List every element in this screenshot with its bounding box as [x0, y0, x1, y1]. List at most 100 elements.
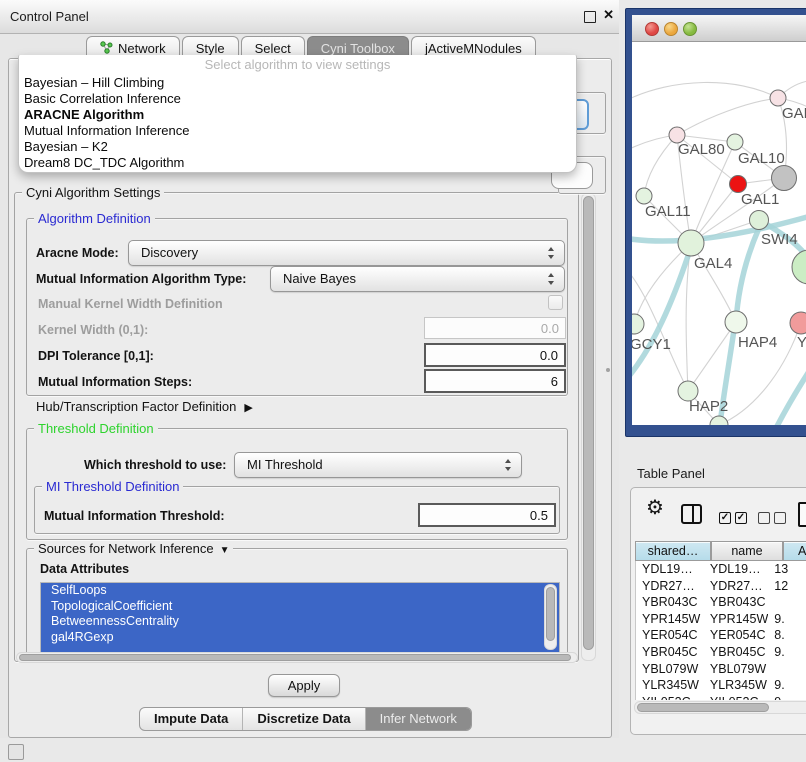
table-cell: YBL079W [636, 661, 704, 678]
network-node-gal10[interactable] [727, 134, 743, 150]
combo-arrows-icon [548, 245, 555, 261]
hub-definition-expander[interactable]: Hub/Transcription Factor Definition▶ [36, 399, 253, 414]
table-cell: YDR27… [704, 578, 768, 595]
table-cell: YBR043C [704, 594, 768, 611]
column-header-name[interactable]: name [711, 541, 783, 561]
close-window-icon[interactable]: ✕ [603, 7, 614, 23]
data-attributes-list[interactable]: SelfLoopsTopologicalCoefficientBetweenne… [40, 582, 560, 653]
algorithm-option-aracne-algorithm[interactable]: ARACNE Algorithm [23, 107, 572, 123]
network-node-gray-node[interactable] [772, 166, 797, 191]
network-node-gcy1[interactable] [632, 314, 644, 334]
table-row[interactable]: YPR145WYPR145W9. [636, 611, 806, 628]
network-node-gal11[interactable] [636, 188, 652, 204]
network-node-hap4[interactable] [725, 311, 747, 333]
table-cell: YLR345W [704, 677, 768, 694]
algorithm-option-dream8-dc-tdc-algorithm[interactable]: Dream8 DC_TDC Algorithm [23, 155, 572, 171]
float-window-icon[interactable] [584, 11, 596, 23]
table-row[interactable]: YIL052CYIL052C9 [636, 694, 806, 700]
network-node-swi4[interactable] [750, 211, 769, 230]
attribute-item-topologicalcoefficient[interactable]: TopologicalCoefficient [41, 599, 559, 615]
mi-type-label: Mutual Information Algorithm Type: [36, 272, 246, 286]
network-node-salmon-node[interactable] [790, 312, 806, 334]
network-canvas[interactable]: GALGAL80GAL10GAL1GAL11SWI4GAL4GCY1HAP4YH… [632, 42, 806, 425]
mi-threshold-input[interactable] [418, 503, 556, 527]
deselect-all-checkbox-icon[interactable] [758, 512, 770, 524]
table-cell: YBR043C [636, 594, 704, 611]
algorithm-option-bayesian-k2[interactable]: Bayesian – K2 [23, 139, 572, 155]
network-graph: GALGAL80GAL10GAL1GAL11SWI4GAL4GCY1HAP4YH… [632, 42, 806, 425]
mi-threshold-label: Mutual Information Threshold: [44, 509, 225, 523]
collapsed-panel-button[interactable] [8, 744, 24, 760]
mi-threshold-title: MI Threshold Definition [42, 479, 183, 494]
select-all-checkbox-icon2[interactable]: ✓ [735, 512, 747, 524]
table-row[interactable]: YDL19…YDL19…13 [636, 561, 806, 578]
which-threshold-select[interactable]: MI Threshold [234, 452, 522, 478]
column-header-a[interactable]: A [783, 541, 806, 561]
close-button[interactable] [645, 22, 659, 36]
algorithm-option-bayesian-hill-climbing[interactable]: Bayesian – Hill Climbing [23, 75, 572, 91]
bottom-tab-bar: Impute DataDiscretize DataInfer Network [139, 707, 472, 731]
aracne-mode-select[interactable]: Discovery [128, 240, 565, 266]
table-cell: YBL079W [704, 661, 768, 678]
tab-label: Network [118, 41, 166, 56]
control-panel-window: Control Panel ✕ NetworkStyleSelectCyni T… [0, 0, 619, 738]
settings-vscrollbar-track[interactable] [581, 193, 596, 661]
settings-vscrollbar-thumb[interactable] [583, 196, 594, 650]
sources-title-text: Sources for Network Inference [38, 541, 214, 556]
table-cell: 8. [768, 627, 806, 644]
which-threshold-label: Which threshold to use: [84, 458, 226, 472]
attribute-item-betweennesscentrality[interactable]: BetweennessCentrality [41, 614, 559, 630]
settings-gear-icon[interactable]: ⚙ [646, 495, 664, 520]
sources-title[interactable]: Sources for Network Inference ▼ [34, 541, 233, 556]
dpi-tolerance-input[interactable] [424, 343, 566, 367]
table-row[interactable]: YBL079WYBL079W [636, 661, 806, 678]
kernel-width-input[interactable] [424, 317, 566, 339]
tab-label: Select [255, 41, 291, 56]
apply-button[interactable]: Apply [268, 674, 340, 697]
tab-impute-data[interactable]: Impute Data [140, 708, 243, 730]
attributes-scrollbar-track[interactable] [544, 584, 557, 650]
mi-steps-label: Mutual Information Steps: [38, 375, 192, 389]
control-panel-titlebar: Control Panel ✕ [0, 0, 619, 34]
attribute-item-gal4rgexp[interactable]: gal4RGexp [41, 630, 559, 646]
mi-algorithm-type-select[interactable]: Naive Bayes [270, 266, 565, 292]
table-row[interactable]: YDR27…YDR27…12 [636, 578, 806, 595]
network-node-gal1[interactable] [730, 176, 747, 193]
algorithm-option-basic-correlation-inference[interactable]: Basic Correlation Inference [23, 91, 572, 107]
minimize-button[interactable] [664, 22, 678, 36]
select-all-checkbox-icon[interactable]: ✓ [719, 512, 731, 524]
expander-down-triangle-icon: ▼ [220, 545, 230, 556]
mi-steps-input[interactable] [424, 369, 566, 393]
network-node-gal4[interactable] [678, 230, 704, 256]
attributes-scrollbar-thumb[interactable] [546, 587, 555, 641]
column-header-shared[interactable]: shared… [635, 541, 711, 561]
network-node-label-gal80: GAL80 [678, 141, 725, 158]
table-hscrollbar-thumb[interactable] [637, 703, 769, 712]
manual-kernel-checkbox[interactable] [548, 295, 563, 310]
table-row[interactable]: YER054CYER054C8. [636, 627, 806, 644]
tab-discretize-data[interactable]: Discretize Data [243, 708, 365, 730]
network-edge [677, 98, 778, 135]
table-row[interactable]: YBR043CYBR043C [636, 594, 806, 611]
column-layout-icon[interactable] [681, 504, 702, 524]
tab-label: jActiveMNodules [425, 41, 522, 56]
table-row[interactable]: YBR045CYBR045C9. [636, 644, 806, 661]
algorithm-select-popup: Select algorithm to view settings Bayesi… [18, 55, 577, 173]
zoom-button[interactable] [683, 22, 697, 36]
splitter-handle[interactable] [606, 368, 610, 372]
settings-hscrollbar-thumb[interactable] [19, 654, 571, 661]
network-node-gal-top[interactable] [770, 90, 786, 106]
network-node-green-node[interactable] [792, 250, 806, 284]
table-hscrollbar-track[interactable] [634, 701, 806, 714]
algorithm-option-mutual-information-inference[interactable]: Mutual Information Inference [23, 123, 572, 139]
table-row[interactable]: YLR345WYLR345W9. [636, 677, 806, 694]
tab-infer-network[interactable]: Infer Network [366, 708, 471, 730]
deselect-all-checkbox-icon2[interactable] [774, 512, 786, 524]
new-table-icon[interactable] [798, 502, 806, 527]
network-node-label-gal4: GAL4 [694, 255, 732, 272]
settings-hscrollbar-track[interactable] [16, 652, 578, 663]
attribute-item-selfloops[interactable]: SelfLoops [41, 583, 559, 599]
table-cell: YDL19… [636, 561, 704, 578]
table-cell: 9. [768, 677, 806, 694]
table-cell: YPR145W [636, 611, 704, 628]
